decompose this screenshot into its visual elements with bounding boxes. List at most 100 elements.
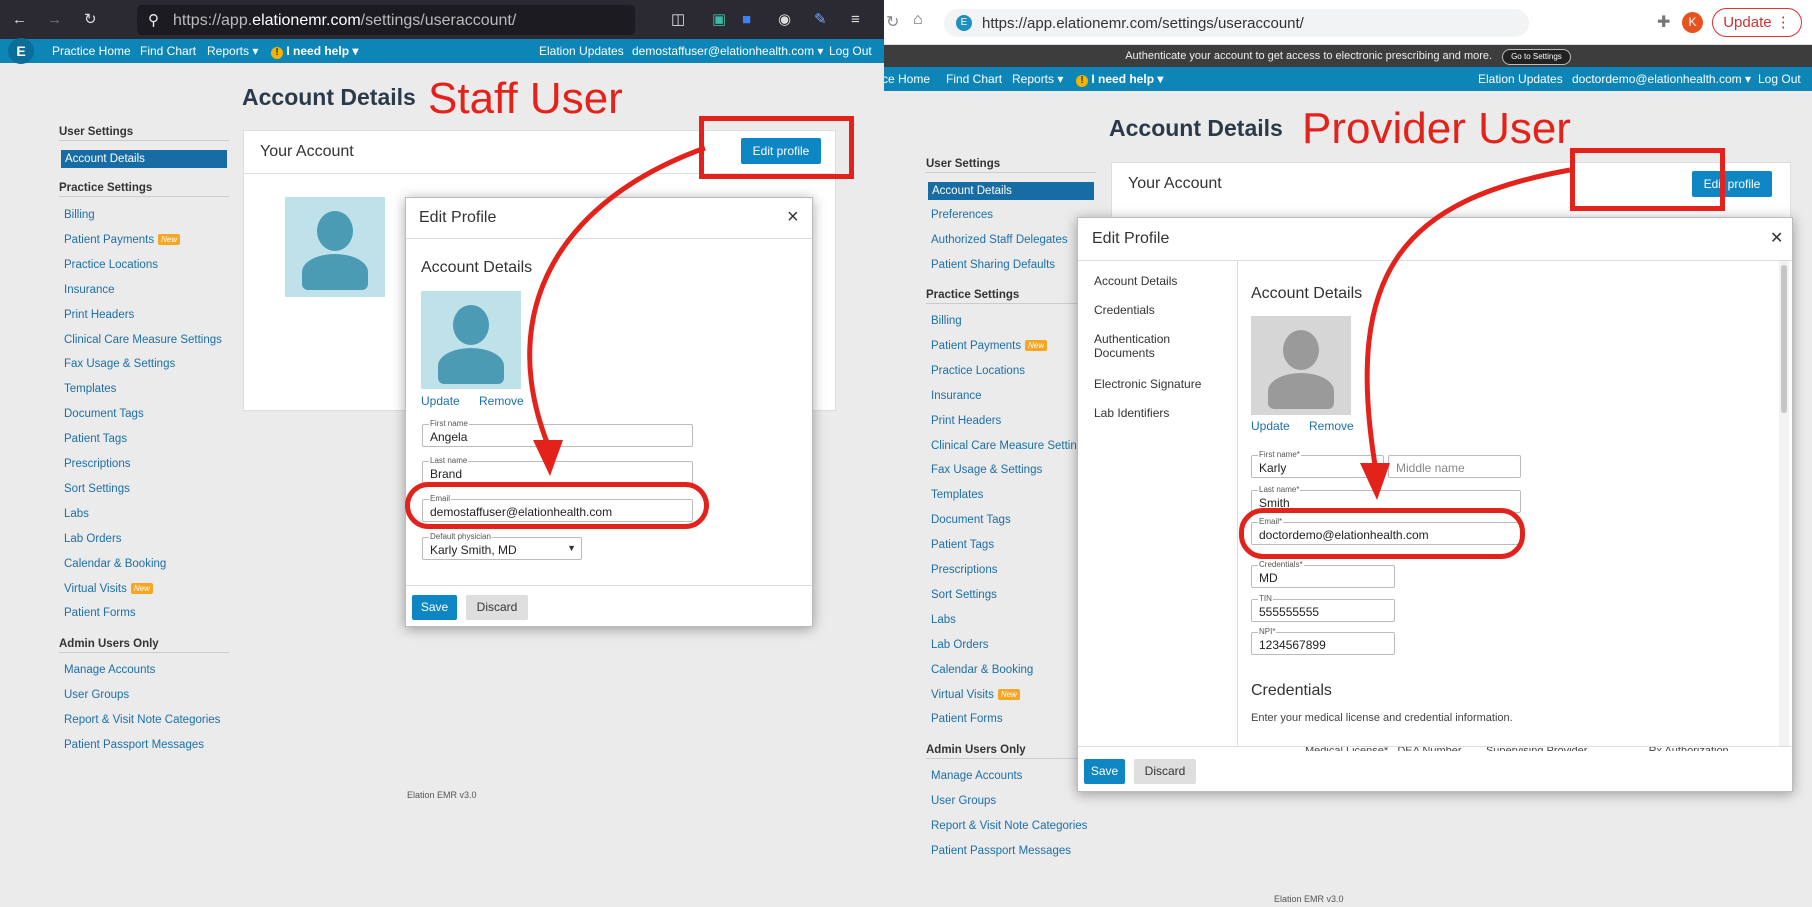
sidebar-item-labs[interactable]: Labs xyxy=(931,614,956,626)
update-photo-link[interactable]: Update xyxy=(421,394,460,408)
sidebar-item-manage-accounts[interactable]: Manage Accounts xyxy=(931,770,1022,782)
sidebar-item-patient-payments[interactable]: Patient Payments New xyxy=(931,339,1048,352)
reload-icon[interactable]: ↻ xyxy=(84,11,97,28)
sidebar-item-print-headers[interactable]: Print Headers xyxy=(64,309,134,321)
sidebar-item-insurance[interactable]: Insurance xyxy=(931,390,982,402)
sidebar-item-fax-usage-settings[interactable]: Fax Usage & Settings xyxy=(931,464,1042,476)
go-to-settings-button[interactable]: Go to Settings xyxy=(1502,49,1571,65)
save-button[interactable]: Save xyxy=(1084,759,1125,784)
sidebar-item-practice-locations[interactable]: Practice Locations xyxy=(931,365,1025,377)
pen-icon[interactable]: ✎ xyxy=(814,11,827,28)
nav-practice-home[interactable]: ce Home xyxy=(884,72,930,86)
browser-update-button[interactable]: Update ⋮ xyxy=(1712,8,1802,37)
sidebar-item-patient-sharing-defaults[interactable]: Patient Sharing Defaults xyxy=(931,259,1055,271)
elation-logo-icon[interactable]: E xyxy=(8,38,34,64)
sidebar-item-report-visit-note-categories[interactable]: Report & Visit Note Categories xyxy=(931,820,1087,832)
sidebar-item-virtual-visits[interactable]: Virtual Visits New xyxy=(64,582,153,595)
profile-avatar-icon[interactable]: K xyxy=(1682,12,1703,33)
nav-elation-updates[interactable]: Elation Updates xyxy=(1478,72,1563,86)
nav-help[interactable]: ! I need help ▾ xyxy=(271,44,358,59)
nav-help[interactable]: ! I need help ▾ xyxy=(1076,72,1163,87)
discard-button[interactable]: Discard xyxy=(466,595,528,620)
tin-field[interactable]: TIN 555555555 xyxy=(1251,594,1395,622)
nav-reports[interactable]: Reports ▾ xyxy=(1012,72,1063,86)
tab-lab-identifiers[interactable]: Lab Identifiers xyxy=(1094,406,1169,420)
sidebar-item-manage-accounts[interactable]: Manage Accounts xyxy=(64,664,155,676)
sidebar-item-calendar-booking[interactable]: Calendar & Booking xyxy=(931,664,1033,676)
sidebar-item-patient-tags[interactable]: Patient Tags xyxy=(931,539,994,551)
middle-name-field[interactable]: Middle name xyxy=(1388,455,1521,478)
sidebar-item-patient-passport-messages[interactable]: Patient Passport Messages xyxy=(64,739,204,751)
nav-user-menu[interactable]: doctordemo@elationhealth.com ▾ xyxy=(1572,72,1751,86)
puzzle-icon[interactable]: ✚ xyxy=(1657,12,1670,32)
sidebar-item-billing[interactable]: Billing xyxy=(64,209,95,221)
sidebar-item-print-headers[interactable]: Print Headers xyxy=(931,415,1001,427)
sidebar-item-clinical-care-measure-settings[interactable]: Clinical Care Measure Settings xyxy=(64,334,222,346)
close-icon[interactable]: × xyxy=(787,206,799,229)
sidebar-item-document-tags[interactable]: Document Tags xyxy=(931,514,1011,526)
sidebar-item-templates[interactable]: Templates xyxy=(64,383,116,395)
close-icon[interactable]: ✕ xyxy=(1770,228,1783,248)
sidebar-item-account-details[interactable]: Account Details xyxy=(61,150,227,168)
sidebar-item-authorized-staff-delegates[interactable]: Authorized Staff Delegates xyxy=(931,234,1068,246)
address-bar[interactable]: Ehttps://app.elationemr.com/settings/use… xyxy=(944,9,1529,37)
discard-button[interactable]: Discard xyxy=(1134,759,1196,784)
sidebar-item-patient-forms[interactable]: Patient Forms xyxy=(931,713,1003,725)
credentials-field[interactable]: Credentials* MD xyxy=(1251,560,1395,588)
first-name-field[interactable]: First name Angela xyxy=(422,419,693,447)
nav-find-chart[interactable]: Find Chart xyxy=(140,44,196,58)
sidebar-item-document-tags[interactable]: Document Tags xyxy=(64,408,144,420)
sidebar-item-practice-locations[interactable]: Practice Locations xyxy=(64,259,158,271)
sidebar-item-sort-settings[interactable]: Sort Settings xyxy=(931,589,997,601)
sidebar-item-virtual-visits[interactable]: Virtual Visits New xyxy=(931,688,1020,701)
reload-icon[interactable]: ↻ xyxy=(886,12,899,32)
nav-find-chart[interactable]: Find Chart xyxy=(946,72,1002,86)
sidebar-item-lab-orders[interactable]: Lab Orders xyxy=(931,639,989,651)
modal-scrollbar[interactable] xyxy=(1779,261,1789,746)
sidebar-item-patient-passport-messages[interactable]: Patient Passport Messages xyxy=(931,845,1071,857)
sidebar-item-billing[interactable]: Billing xyxy=(931,315,962,327)
last-name-field[interactable]: Last name Brand xyxy=(422,456,693,484)
nav-user-menu[interactable]: demostaffuser@elationhealth.com ▾ xyxy=(632,44,823,58)
tab-authentication-documents[interactable]: Authentication Documents xyxy=(1094,332,1194,360)
sidebar-item-fax-usage-settings[interactable]: Fax Usage & Settings xyxy=(64,358,175,370)
back-icon[interactable]: ← xyxy=(12,11,27,28)
sidebar-item-prescriptions[interactable]: Prescriptions xyxy=(64,458,130,470)
grammarly-icon[interactable]: ◉ xyxy=(778,11,791,28)
nav-logout[interactable]: Log Out xyxy=(829,44,872,58)
sidebar-item-patient-tags[interactable]: Patient Tags xyxy=(64,433,127,445)
sidebar-item-templates[interactable]: Templates xyxy=(931,489,983,501)
sidebar-item-patient-forms[interactable]: Patient Forms xyxy=(64,607,136,619)
remove-photo-link[interactable]: Remove xyxy=(479,394,524,408)
pocket-icon[interactable]: ◫ xyxy=(671,11,685,28)
sidebar-item-lab-orders[interactable]: Lab Orders xyxy=(64,533,122,545)
nav-reports[interactable]: Reports ▾ xyxy=(207,44,258,58)
tab-electronic-signature[interactable]: Electronic Signature xyxy=(1094,377,1201,391)
sidebar-item-report-visit-note-categories[interactable]: Report & Visit Note Categories xyxy=(64,714,220,726)
sidebar-item-account-details[interactable]: Account Details xyxy=(928,182,1094,200)
sidebar-item-labs[interactable]: Labs xyxy=(64,508,89,520)
sidebar-item-clinical-care-measure-settings[interactable]: Clinical Care Measure Settings xyxy=(931,440,1089,452)
update-photo-link[interactable]: Update xyxy=(1251,419,1290,433)
sidebar-item-prescriptions[interactable]: Prescriptions xyxy=(931,564,997,576)
npi-field[interactable]: NPI* 1234567899 xyxy=(1251,627,1395,655)
nav-practice-home[interactable]: Practice Home xyxy=(52,44,131,58)
nav-logout[interactable]: Log Out xyxy=(1758,72,1801,86)
sidebar-item-preferences[interactable]: Preferences xyxy=(931,209,993,221)
sidebar-item-patient-payments[interactable]: Patient Payments New xyxy=(64,233,181,246)
sidebar-item-calendar-booking[interactable]: Calendar & Booking xyxy=(64,558,166,570)
nav-elation-updates[interactable]: Elation Updates xyxy=(539,44,624,58)
sidebar-item-user-groups[interactable]: User Groups xyxy=(64,689,129,701)
sidebar-item-insurance[interactable]: Insurance xyxy=(64,284,115,296)
menu-icon[interactable]: ≡ xyxy=(851,11,860,28)
tab-credentials[interactable]: Credentials xyxy=(1094,303,1155,317)
default-physician-select[interactable]: Default physician Karly Smith, MD ▼ xyxy=(422,532,582,560)
zoom-icon[interactable]: ■ xyxy=(742,11,751,28)
tab-account-details[interactable]: Account Details xyxy=(1094,274,1177,288)
sidebar-item-sort-settings[interactable]: Sort Settings xyxy=(64,483,130,495)
sidebar-item-user-groups[interactable]: User Groups xyxy=(931,795,996,807)
forward-icon[interactable]: → xyxy=(47,11,62,28)
first-name-field[interactable]: First name* Karly xyxy=(1251,450,1384,478)
home-icon[interactable]: ⌂ xyxy=(913,11,923,29)
extension-icon[interactable]: ▣ xyxy=(712,11,726,28)
